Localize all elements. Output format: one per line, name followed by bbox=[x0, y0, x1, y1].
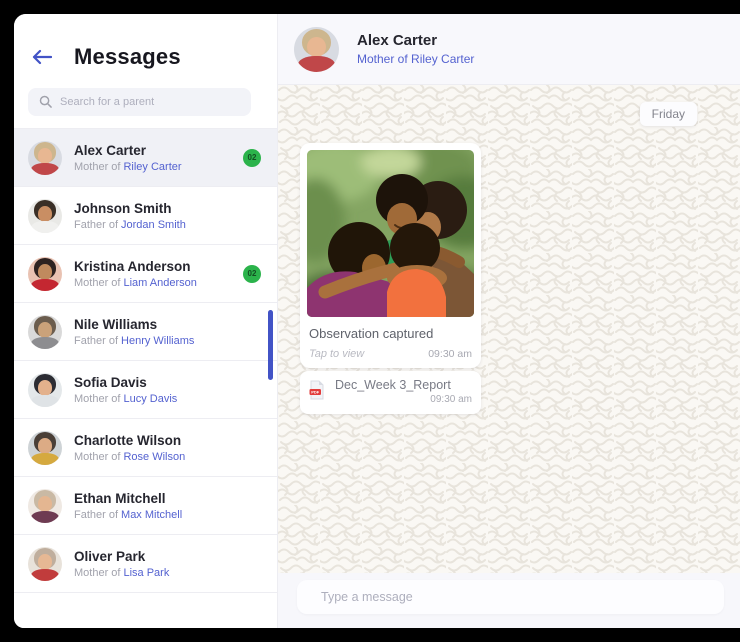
file-name: Dec_Week 3_Report bbox=[335, 378, 472, 392]
contact-avatar bbox=[28, 141, 62, 175]
message-composer bbox=[278, 573, 740, 628]
contact-avatar bbox=[28, 315, 62, 349]
contact-relation: Mother of bbox=[74, 451, 120, 463]
contact-subtitle: Mother ofRiley Carter bbox=[74, 161, 182, 173]
pdf-file-icon: PDF bbox=[309, 380, 325, 400]
contact-child-link[interactable]: Jordan Smith bbox=[121, 219, 186, 231]
contact-row[interactable]: Johnson Smith Father ofJordan Smith bbox=[14, 187, 277, 245]
contact-name: Nile Williams bbox=[74, 317, 194, 332]
date-separator-badge: Friday bbox=[640, 102, 697, 126]
contact-subtitle: Father ofMax Mitchell bbox=[74, 509, 182, 521]
unread-badge: 02 bbox=[243, 265, 261, 283]
contact-child-link[interactable]: Henry Williams bbox=[121, 335, 194, 347]
tap-to-view-hint: Tap to view bbox=[309, 348, 364, 360]
contact-subtitle: Mother ofRose Wilson bbox=[74, 451, 185, 463]
contact-relation: Mother of bbox=[74, 393, 120, 405]
contact-relation: Mother of bbox=[74, 161, 120, 173]
svg-text:PDF: PDF bbox=[311, 389, 320, 394]
contact-name: Oliver Park bbox=[74, 549, 169, 564]
contact-row[interactable]: Kristina Anderson Mother ofLiam Anderson… bbox=[14, 245, 277, 303]
contact-row[interactable]: Sofia Davis Mother ofLucy Davis bbox=[14, 361, 277, 419]
observation-photo bbox=[307, 150, 474, 317]
search-icon bbox=[39, 95, 52, 108]
contact-child-link[interactable]: Lucy Davis bbox=[123, 393, 177, 405]
contact-child-link[interactable]: Liam Anderson bbox=[123, 277, 196, 289]
contact-subtitle: Mother ofLucy Davis bbox=[74, 393, 177, 405]
chat-contact-name: Alex Carter bbox=[357, 32, 474, 49]
page-title: Messages bbox=[74, 44, 181, 70]
contact-name: Ethan Mitchell bbox=[74, 491, 182, 506]
unread-badge: 02 bbox=[243, 149, 261, 167]
sidebar-scrollbar[interactable] bbox=[268, 310, 273, 380]
back-button[interactable] bbox=[32, 49, 52, 65]
contact-avatar bbox=[28, 199, 62, 233]
contact-row[interactable]: Ethan Mitchell Father ofMax Mitchell bbox=[14, 477, 277, 535]
contact-subtitle: Father ofHenry Williams bbox=[74, 335, 194, 347]
contact-name: Sofia Davis bbox=[74, 375, 177, 390]
contact-name: Kristina Anderson bbox=[74, 259, 197, 274]
chat-header: Alex Carter Mother of Riley Carter bbox=[278, 14, 740, 85]
contact-subtitle: Father ofJordan Smith bbox=[74, 219, 186, 231]
contact-relation: Mother of bbox=[74, 277, 120, 289]
file-message-card[interactable]: PDF Dec_Week 3_Report 09:30 am bbox=[300, 371, 481, 414]
arrow-left-icon bbox=[32, 49, 52, 65]
contact-list: Alex Carter Mother ofRiley Carter 02 Joh… bbox=[14, 128, 277, 628]
contact-name: Charlotte Wilson bbox=[74, 433, 185, 448]
contact-avatar bbox=[28, 489, 62, 523]
contact-avatar bbox=[28, 373, 62, 407]
chat-contact-subtitle: Mother of Riley Carter bbox=[357, 52, 474, 66]
messaging-app: Messages Alex Carter Mo bbox=[14, 14, 740, 628]
chat-header-avatar bbox=[294, 27, 339, 72]
contact-row[interactable]: Nile Williams Father ofHenry Williams bbox=[14, 303, 277, 361]
conversations-sidebar: Messages Alex Carter Mo bbox=[14, 14, 278, 628]
contact-child-link[interactable]: Max Mitchell bbox=[121, 509, 182, 521]
contact-subtitle: Mother ofLiam Anderson bbox=[74, 277, 197, 289]
contact-avatar bbox=[28, 547, 62, 581]
contact-child-link[interactable]: Riley Carter bbox=[123, 161, 181, 173]
message-time: 09:30 am bbox=[430, 394, 472, 405]
contact-row[interactable]: Charlotte Wilson Mother ofRose Wilson bbox=[14, 419, 277, 477]
message-time: 09:30 am bbox=[428, 348, 472, 360]
contact-child-link[interactable]: Lisa Park bbox=[123, 567, 169, 579]
contact-relation: Mother of bbox=[74, 567, 120, 579]
sidebar-header: Messages bbox=[14, 14, 277, 86]
contact-relation: Father of bbox=[74, 219, 118, 231]
contact-name: Alex Carter bbox=[74, 143, 182, 158]
contact-relation: Father of bbox=[74, 509, 118, 521]
contact-relation: Father of bbox=[74, 335, 118, 347]
contact-row[interactable]: Oliver Park Mother ofLisa Park bbox=[14, 535, 277, 593]
contact-row[interactable]: Alex Carter Mother ofRiley Carter 02 bbox=[14, 129, 277, 187]
contact-subtitle: Mother ofLisa Park bbox=[74, 567, 169, 579]
chat-pane: Alex Carter Mother of Riley Carter bbox=[278, 14, 740, 628]
message-input[interactable] bbox=[297, 580, 724, 614]
contact-child-link[interactable]: Rose Wilson bbox=[123, 451, 185, 463]
chat-message-area: Friday bbox=[278, 85, 740, 573]
image-caption: Observation captured bbox=[309, 326, 472, 341]
contact-avatar bbox=[28, 257, 62, 291]
device-frame: Messages Alex Carter Mo bbox=[0, 0, 740, 642]
image-message-card[interactable]: Observation captured Tap to view 09:30 a… bbox=[300, 143, 481, 368]
contact-avatar bbox=[28, 431, 62, 465]
search-box bbox=[28, 88, 251, 116]
contact-name: Johnson Smith bbox=[74, 201, 186, 216]
search-input[interactable] bbox=[28, 88, 251, 116]
